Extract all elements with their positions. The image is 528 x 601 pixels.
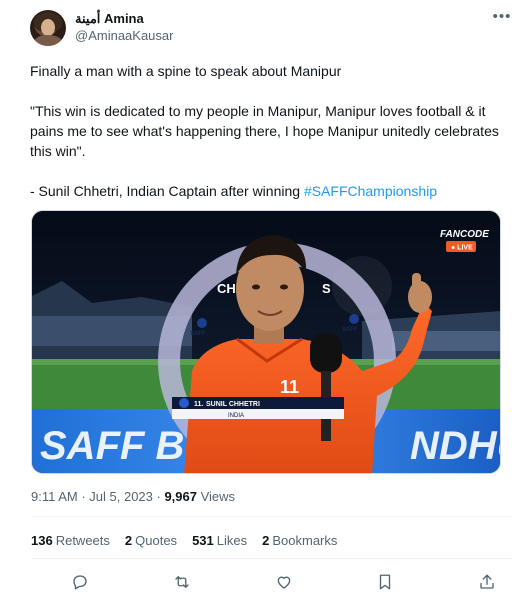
author-display-name[interactable]: أمينة Amina [75,11,173,27]
tweet-header: أمينة Amina @AminaaKausar ••• [30,8,512,48]
quotes-stat[interactable]: 2 Quotes [125,533,177,548]
divider [31,516,512,517]
quotes-label: Quotes [135,533,178,548]
retweet-icon [175,576,189,588]
backdrop-text-left: SAFF B [40,424,184,468]
tweet-attribution: - Sunil Chhetri, Indian Captain after wi… [30,181,504,201]
share-icon [480,574,494,589]
live-badge: ● LIVE [451,245,473,252]
avatar[interactable] [30,10,66,46]
jersey-number: 11 [280,377,299,397]
retweets-stat[interactable]: 136 Retweets [31,533,110,548]
ring-logo-text-left: SAFF [190,331,206,337]
tweet-quote: "This win is dedicated to my people in M… [30,103,499,159]
reply-icon [73,575,87,590]
action-bar [31,568,501,596]
bookmarks-label: Bookmarks [272,533,338,548]
likes-stat[interactable]: 531 Likes [192,533,247,548]
ring-logo-text-right: SAFF [342,327,358,333]
lower-third-number: 11. [194,401,203,408]
tweet-line-1: Finally a man with a spine to speak abou… [30,63,342,79]
tweet-card: أمينة Amina @AminaaKausar ••• Finally a … [0,0,528,601]
retweets-label: Retweets [55,533,110,548]
views-label: Views [197,489,236,504]
tweet-media-image[interactable]: SAFF B NDHU CH S SAFF SAFF 11 [31,210,501,474]
tweet-timestamp: 9:11 AM · Jul 5, 2023 · 9,967 Views [31,489,235,504]
bookmark-icon [380,574,391,590]
likes-label: Likes [216,533,248,548]
attribution-text: - Sunil Chhetri, Indian Captain after wi… [30,183,304,199]
quotes-count: 2 [124,533,133,548]
engagement-stats: 136 Retweets 2 Quotes 531 Likes 2 Bookmarks [31,533,337,548]
retweet-button[interactable] [168,568,196,596]
tweet-text: Finally a man with a spine to speak abou… [30,61,504,201]
share-button[interactable] [473,568,501,596]
likes-count: 531 [192,533,214,548]
hashtag-link[interactable]: #SAFFChampionship [304,183,437,199]
bookmarks-stat[interactable]: 2 Bookmarks [262,533,337,548]
lower-third-team: INDIA [228,413,244,419]
broadcaster-logo: FANCODE [440,229,489,240]
retweets-count: 136 [31,533,53,548]
heart-icon [277,576,290,589]
ring-text: CH [217,281,236,296]
author-block: أمينة Amina @AminaaKausar [75,11,173,44]
lower-third-name: SUNIL CHHETRI [206,401,260,408]
backdrop-text-right: NDHU [410,424,501,468]
bookmarks-count: 2 [262,533,270,548]
reply-button[interactable] [66,568,94,596]
author-handle[interactable]: @AminaaKausar [75,28,173,44]
bookmark-button[interactable] [371,568,399,596]
ring-text-right: S [322,281,331,296]
views-count: 9,967 [164,489,197,504]
divider [31,558,512,559]
more-icon[interactable]: ••• [492,8,512,28]
timestamp-text[interactable]: 9:11 AM · Jul 5, 2023 · [31,489,164,504]
like-button[interactable] [270,568,298,596]
